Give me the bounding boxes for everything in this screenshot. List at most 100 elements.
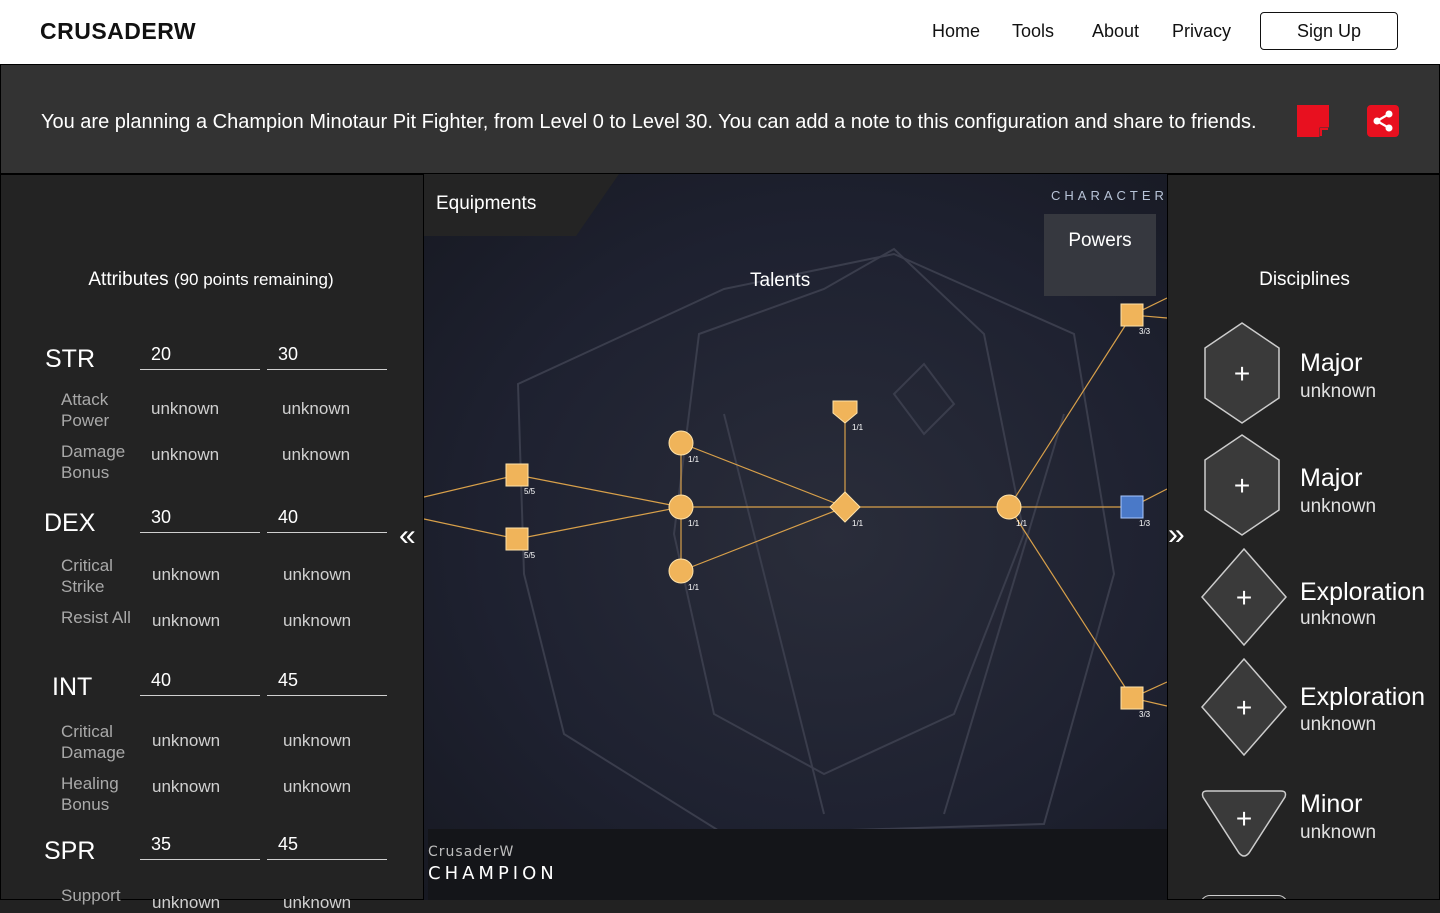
share-button[interactable] (1367, 105, 1399, 137)
disciplines-panel: Disciplines + Major unknown + Major unkn… (1167, 174, 1440, 900)
talent-node[interactable]: 1/3 (1120, 495, 1151, 528)
sub-value: unknown (152, 731, 221, 750)
sub-value: unknown (152, 893, 221, 912)
add-icon: + (1234, 470, 1250, 501)
tab-powers-label: Powers (1068, 230, 1132, 251)
stat-name-dex: DEX (44, 509, 96, 537)
sub-value: unknown (151, 399, 220, 418)
slot-value: unknown (1300, 822, 1377, 843)
talent-node[interactable]: 1/1 (668, 558, 700, 592)
discipline-slot-exploration[interactable]: + (1200, 657, 1288, 757)
sub-value: unknown (151, 445, 220, 464)
talent-node[interactable]: 1/1 (668, 494, 700, 528)
talents-heading: Talents (750, 270, 811, 291)
int-to-input[interactable]: 45 (267, 670, 387, 696)
add-icon: + (1236, 803, 1252, 834)
talent-node[interactable]: 1/1 (996, 494, 1028, 528)
config-banner: You are planning a Champion Minotaur Pit… (0, 64, 1440, 174)
sub-value: unknown (152, 611, 221, 630)
svg-text:1/1: 1/1 (852, 423, 864, 432)
sub-value: unknown (152, 777, 221, 796)
int-from-input[interactable]: 40 (140, 670, 260, 696)
nav-link-about[interactable]: About (1092, 21, 1139, 42)
spr-to-input[interactable]: 45 (267, 834, 387, 860)
banner-description: You are planning a Champion Minotaur Pit… (41, 111, 1257, 133)
svg-text:1/3: 1/3 (1139, 519, 1151, 528)
talent-tree-panel: 5/5 5/5 1/1 1/1 1/1 1/1 1/1 1/1 3/3 1/3 … (424, 174, 1167, 900)
sub-value: unknown (283, 611, 352, 630)
add-icon: + (1234, 358, 1250, 389)
svg-text:3/3: 3/3 (1139, 710, 1151, 719)
discipline-slot-major[interactable]: + (1202, 321, 1282, 425)
svg-text:5/5: 5/5 (524, 551, 536, 560)
talent-node[interactable]: 3/3 (1120, 303, 1151, 336)
sign-up-button[interactable]: Sign Up (1260, 12, 1398, 50)
character-footer: CrusaderW CHAMPION (428, 829, 1167, 900)
nav-link-home[interactable]: Home (932, 21, 980, 42)
footer-username: CrusaderW (428, 844, 515, 860)
slot-type: Minor (1300, 790, 1363, 818)
brand-logo[interactable]: CRUSADERW (40, 18, 196, 45)
talent-node[interactable]: 5/5 (505, 527, 536, 560)
sub-value: unknown (152, 565, 221, 584)
stat-name-int: INT (52, 673, 93, 701)
slot-type: Major (1300, 349, 1363, 377)
attributes-heading: Attributes (90 points remaining) (1, 269, 421, 291)
points-remaining: (90 points remaining) (173, 270, 334, 289)
share-icon (1373, 110, 1393, 132)
slot-type: Major (1300, 464, 1363, 492)
talent-connectors (424, 297, 1167, 707)
svg-text:5/5: 5/5 (524, 487, 536, 496)
svg-text:1/1: 1/1 (688, 583, 700, 592)
tab-equipments-label: Equipments (436, 193, 537, 214)
note-icon[interactable] (1297, 105, 1329, 137)
footer-class: CHAMPION (428, 863, 558, 884)
discipline-slot-exploration[interactable]: + (1200, 547, 1288, 647)
emblem-background (516, 247, 1116, 836)
slot-value: unknown (1300, 608, 1377, 629)
stat-name-spr: SPR (44, 837, 96, 865)
svg-text:1/1: 1/1 (688, 519, 700, 528)
next-arrow[interactable]: » (1168, 518, 1185, 552)
top-nav: CRUSADERW Home Tools About Privacy Sign … (0, 0, 1440, 64)
svg-text:1/1: 1/1 (1016, 519, 1028, 528)
sub-value: unknown (283, 893, 352, 912)
talent-node[interactable]: 1/1 (829, 491, 864, 528)
discipline-slot-minor[interactable]: + (1199, 789, 1289, 859)
svg-text:1/1: 1/1 (852, 519, 864, 528)
svg-text:3/3: 3/3 (1139, 327, 1151, 336)
sub-label: Attack Power (61, 390, 110, 430)
slot-value: unknown (1300, 381, 1377, 402)
discipline-slot-partial[interactable] (1200, 895, 1288, 899)
attributes-title: Attributes (88, 269, 169, 290)
str-to-input[interactable]: 30 (267, 344, 387, 370)
add-icon: + (1236, 582, 1252, 613)
slot-type: Exploration (1300, 683, 1426, 711)
spr-from-input[interactable]: 35 (140, 834, 260, 860)
dex-to-input[interactable]: 40 (267, 507, 387, 533)
sub-value: unknown (283, 777, 352, 796)
nav-link-privacy[interactable]: Privacy (1172, 21, 1231, 42)
dex-from-input[interactable]: 30 (140, 507, 260, 533)
sub-label: Support (61, 886, 121, 905)
slot-value: unknown (1300, 496, 1377, 517)
sub-label: Damage Bonus (61, 442, 126, 482)
nav-link-tools[interactable]: Tools (1012, 21, 1054, 42)
slot-value: unknown (1300, 714, 1377, 735)
svg-text:1/1: 1/1 (688, 455, 700, 464)
character-label: CHARACTER (1051, 188, 1167, 203)
tab-powers[interactable]: Powers (1044, 214, 1156, 296)
sub-label: Critical Strike (61, 556, 113, 596)
sub-value: unknown (282, 399, 351, 418)
str-from-input[interactable]: 20 (140, 344, 260, 370)
slot-type: Exploration (1300, 578, 1426, 606)
sub-label: Resist All (61, 608, 131, 627)
prev-arrow[interactable]: « (399, 519, 416, 553)
discipline-slot-major[interactable]: + (1202, 433, 1282, 537)
sub-label: Critical Damage (61, 722, 126, 762)
sub-value: unknown (283, 731, 352, 750)
talent-node[interactable]: 1/1 (832, 400, 864, 432)
sub-value: unknown (282, 445, 351, 464)
attributes-panel: Attributes (90 points remaining) STR 20 … (0, 174, 424, 912)
add-icon: + (1236, 692, 1252, 723)
